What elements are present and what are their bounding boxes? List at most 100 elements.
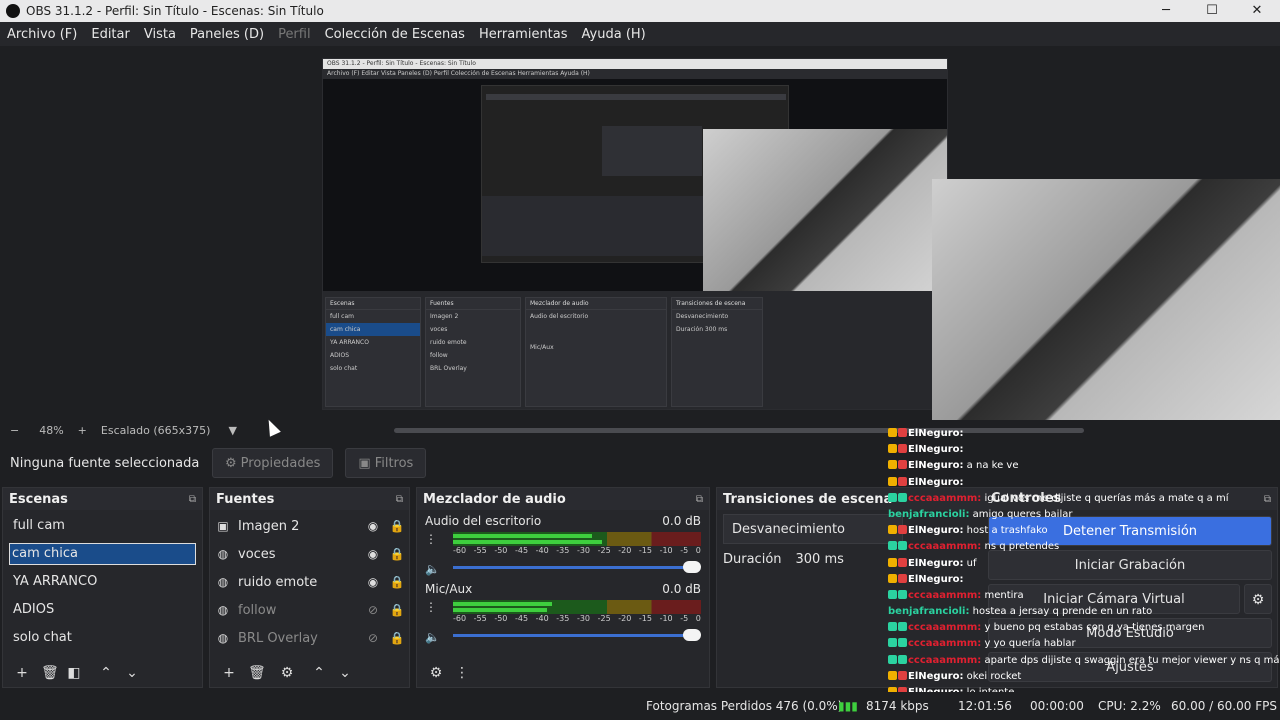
sources-dock: Fuentes ⧉ ▣ Imagen 2 ◉ 🔒 ◍ voces ◉ 🔒 ◍ ruido emot… — [209, 487, 410, 688]
eye-slash-icon[interactable]: ⊘ — [361, 603, 385, 617]
menu-bar: Archivo (F) Editar Vista Paneles (D) Per… — [0, 22, 1280, 46]
undock-icon[interactable]: ⧉ — [189, 494, 196, 505]
menu-paneles[interactable]: Paneles (D) — [183, 27, 271, 42]
scene-filters-icon[interactable]: ◧ — [67, 665, 81, 681]
chat-text: ns q pretendes — [981, 541, 1060, 553]
maximize-button[interactable]: ☐ — [1189, 0, 1235, 22]
volume-slider[interactable] — [453, 628, 701, 642]
fps: 60.00 / 60.00 FPS — [1171, 699, 1277, 713]
transition-select[interactable]: Desvanecimiento — [723, 514, 903, 544]
menu-vista[interactable]: Vista — [137, 27, 183, 42]
chat-badge-icon — [888, 654, 897, 664]
chat-username: ElNeguro: — [908, 444, 964, 456]
add-icon[interactable]: + — [15, 665, 29, 681]
eye-icon[interactable]: ◉ — [361, 519, 385, 533]
chat-message: cccaaammm: aparte dps dijiste q swaggin … — [888, 653, 1280, 669]
chat-message: cccaaammm: igual vos me dijiste q quería… — [888, 491, 1280, 507]
move-up-icon[interactable]: ⌃ — [99, 665, 113, 681]
more-options-icon[interactable]: ⋮ — [455, 665, 469, 681]
menu-herramientas[interactable]: Herramientas — [472, 27, 575, 42]
lock-icon[interactable]: 🔒 — [385, 631, 409, 645]
lock-icon[interactable]: 🔒 — [385, 547, 409, 561]
menu-editar[interactable]: Editar — [84, 27, 137, 42]
chat-badge-icon — [898, 428, 907, 437]
trash-icon[interactable]: 🗑 — [248, 665, 266, 681]
undock-icon[interactable]: ⧉ — [396, 494, 403, 505]
scene-item[interactable]: ADIOS — [3, 596, 202, 624]
chat-username: ElNeguro: — [908, 573, 964, 585]
scenes-dock-title: Escenas — [9, 491, 68, 507]
minimize-button[interactable]: ─ — [1143, 0, 1189, 22]
lock-icon[interactable]: 🔒 — [385, 575, 409, 589]
chat-username: cccaaammm: — [908, 492, 982, 504]
eye-slash-icon[interactable]: ⊘ — [361, 631, 385, 645]
mixer-toolbar: ⚙ ⋮ — [417, 659, 709, 687]
transitions-dock-title: Transiciones de escena — [723, 491, 893, 507]
source-item[interactable]: ◍ BRL Overlay ⊘ 🔒 — [210, 624, 409, 652]
trash-icon[interactable]: 🗑 — [41, 665, 59, 681]
source-item[interactable]: ◍ voces ◉ 🔒 — [210, 540, 409, 568]
menu-coleccion-escenas[interactable]: Colección de Escenas — [318, 27, 472, 42]
properties-button[interactable]: ⚙ Propiedades — [212, 448, 334, 478]
advanced-audio-icon[interactable]: ⚙ — [429, 665, 443, 681]
chat-badge-icon — [888, 638, 897, 648]
duration-input[interactable]: 300 ms — [796, 552, 844, 567]
source-label: follow — [238, 602, 277, 618]
speaker-icon[interactable]: 🔈 — [425, 562, 440, 576]
undock-icon[interactable]: ⧉ — [696, 494, 703, 505]
move-down-icon[interactable]: ⌄ — [125, 665, 139, 681]
more-options-icon[interactable]: ⋮ — [425, 600, 437, 614]
eye-icon[interactable]: ◉ — [361, 547, 385, 561]
lock-icon[interactable]: 🔒 — [385, 603, 409, 617]
lock-icon[interactable]: 🔒 — [385, 519, 409, 533]
zoom-in-button[interactable]: + — [78, 424, 87, 437]
chat-badge-icon — [898, 476, 907, 486]
preview-canvas[interactable]: OBS 31.1.2 - Perfil: Sin Título - Escena… — [322, 58, 948, 410]
sources-toolbar: + 🗑 ⚙ ⌃ ⌄ — [210, 659, 409, 687]
chat-text: okei rocket — [963, 670, 1022, 682]
chat-message: cccaaammm: ns q pretendes — [888, 539, 1280, 555]
chat-badge-icon — [888, 670, 897, 680]
gear-icon[interactable]: ⚙ — [280, 665, 294, 681]
eye-icon[interactable]: ◉ — [361, 575, 385, 589]
chat-text: uf — [963, 557, 977, 569]
chevron-down-icon[interactable]: ▼ — [228, 424, 236, 437]
source-item[interactable]: ◍ ruido emote ◉ 🔒 — [210, 568, 409, 596]
add-icon[interactable]: + — [222, 665, 236, 681]
chat-username: cccaaammm: — [908, 654, 982, 666]
menu-ayuda[interactable]: Ayuda (H) — [575, 27, 653, 42]
scene-item[interactable]: YA ARRANCO — [3, 568, 202, 596]
speaker-icon[interactable]: 🔈 — [425, 630, 440, 644]
mini-menu-bar: Archivo (F) Editar Vista Paneles (D) Per… — [323, 69, 947, 79]
gear-icon: ⚙ — [225, 455, 237, 471]
volume-meter — [453, 600, 701, 614]
scene-item[interactable]: solo chat — [3, 624, 202, 652]
move-up-icon[interactable]: ⌃ — [312, 665, 326, 681]
camera-feed-image — [932, 179, 1280, 420]
source-item[interactable]: ▣ Imagen 2 ◉ 🔒 — [210, 512, 409, 540]
chat-badge-icon — [898, 622, 907, 632]
track-db: 0.0 dB — [662, 582, 701, 596]
volume-slider[interactable] — [453, 560, 701, 574]
chat-badge-icon — [898, 573, 907, 583]
chat-message: ElNeguro: — [888, 442, 1280, 458]
chat-username: ElNeguro: — [908, 557, 964, 569]
chat-badge-icon — [898, 557, 907, 567]
filters-button[interactable]: ▣ Filtros — [345, 448, 427, 478]
scene-item[interactable]: cam chica — [9, 543, 196, 565]
zoom-out-button[interactable]: − — [10, 424, 19, 437]
scene-item[interactable]: full cam — [3, 512, 202, 540]
chat-badge-icon — [888, 557, 897, 567]
mini-window-title: OBS 31.1.2 - Perfil: Sin Título - Escena… — [323, 59, 947, 69]
window-title: OBS 31.1.2 - Perfil: Sin Título - Escena… — [26, 4, 324, 18]
chat-username: cccaaammm: — [908, 541, 982, 553]
menu-archivo[interactable]: Archivo (F) — [0, 27, 84, 42]
more-options-icon[interactable]: ⋮ — [425, 532, 437, 546]
close-button[interactable]: ✕ — [1234, 0, 1280, 22]
mini-dock: Escenas full cam cam chica YA ARRANCO AD… — [323, 291, 947, 409]
chat-badge-icon — [898, 589, 907, 599]
source-item[interactable]: ◍ follow ⊘ 🔒 — [210, 596, 409, 624]
chat-badge-icon — [888, 525, 897, 535]
move-down-icon[interactable]: ⌄ — [338, 665, 352, 681]
preview-area[interactable]: OBS 31.1.2 - Perfil: Sin Título - Escena… — [0, 46, 1280, 420]
